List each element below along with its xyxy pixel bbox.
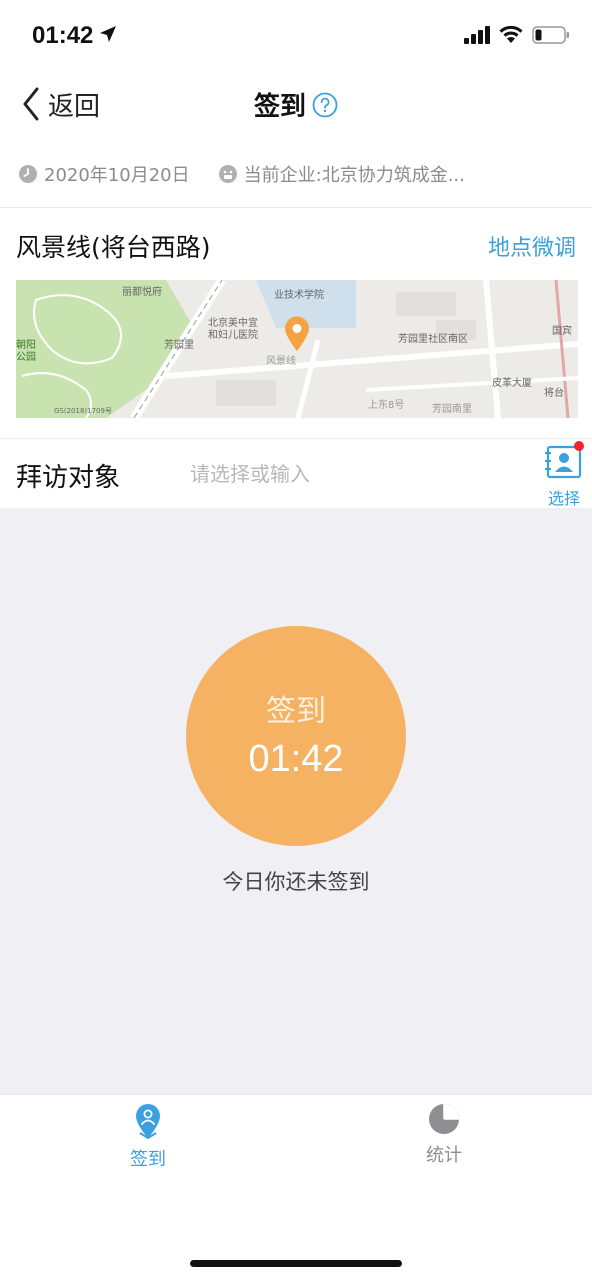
- tab-stats[interactable]: 统计: [384, 1103, 504, 1179]
- adjust-location-link[interactable]: 地点微调: [488, 230, 576, 262]
- battery-low-icon: [532, 26, 569, 44]
- checkin-area: 签到 01:42 今日你还未签到: [0, 508, 592, 1094]
- map-pin-icon: [285, 316, 309, 351]
- map-label: 芳园南里: [432, 404, 472, 415]
- map-label: 芳园里社区南区: [398, 334, 468, 345]
- visit-target-input[interactable]: [190, 459, 520, 489]
- info-row: 2020年10月20日 当前企业:北京协力筑成金...: [0, 140, 592, 208]
- date-info: 2020年10月20日: [18, 161, 190, 187]
- map-label: 芳园里: [164, 340, 194, 351]
- map-copyright: GS(2018)1709号: [54, 407, 112, 415]
- tab-checkin-label: 签到: [130, 1149, 166, 1170]
- map-label: 皮革大厦: [492, 378, 532, 389]
- visit-target-label: 拜访对象: [16, 463, 121, 493]
- map-label: 国宾: [552, 326, 572, 337]
- home-indicator: [190, 1260, 402, 1267]
- checkin-status-text: 今日你还未签到: [222, 870, 370, 894]
- question-circle-icon[interactable]: [312, 92, 338, 118]
- map-label: 业技术学院: [274, 290, 324, 301]
- nav-bar: 返回 签到: [0, 70, 592, 140]
- clock-icon: [19, 164, 37, 183]
- page-title: 签到: [253, 92, 306, 122]
- company-text: 当前企业:北京协力筑成金...: [243, 164, 465, 186]
- wifi-icon: [499, 25, 523, 43]
- checkin-button[interactable]: 签到 01:42: [186, 626, 406, 846]
- checkin-time: 01:42: [248, 737, 344, 780]
- company-icon: [218, 164, 237, 183]
- map-label: 丽都悦府: [122, 287, 162, 298]
- checkin-button-label: 签到: [266, 693, 326, 729]
- date-text: 2020年10月20日: [44, 164, 190, 186]
- tab-checkin[interactable]: 签到: [88, 1103, 208, 1179]
- person-pin-icon: [136, 1104, 160, 1139]
- tab-stats-label: 统计: [426, 1145, 462, 1166]
- map-label: 公园: [16, 352, 36, 363]
- location-arrow-icon: [100, 26, 116, 42]
- cellular-signal-icon: [464, 26, 490, 44]
- tab-bar: 签到 统计: [0, 1094, 592, 1280]
- pie-chart-icon: [429, 1104, 459, 1134]
- map-label: 和妇儿医院: [208, 330, 258, 341]
- location-row: 风景线(将台西路) 地点微调: [0, 208, 592, 280]
- visit-target-row: 拜访对象 选择: [0, 438, 592, 508]
- map-view[interactable]: 丽都悦府 业技术学院 北京美中宜 和妇儿医院 芳园里 风景线 芳园里社区南区 国…: [16, 280, 578, 418]
- select-contact-button[interactable]: 选择: [542, 441, 586, 508]
- map-label: 上东8号: [368, 400, 405, 411]
- map-label: 风景线: [266, 356, 296, 367]
- status-time: 01:42: [32, 22, 94, 49]
- status-bar: 01:42: [0, 0, 592, 70]
- select-contact-label: 选择: [547, 489, 580, 508]
- map-label: 将台: [544, 388, 564, 399]
- company-info: 当前企业:北京协力筑成金...: [218, 161, 465, 187]
- contact-book-icon: [545, 441, 584, 479]
- location-name: 风景线(将台西路): [16, 233, 211, 262]
